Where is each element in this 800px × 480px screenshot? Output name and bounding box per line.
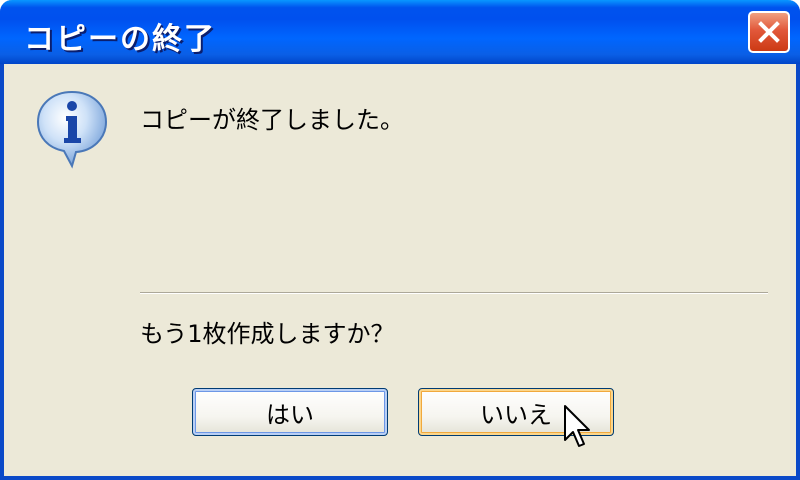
separator [140,292,768,294]
window-title: コピーの終了 [24,22,216,57]
yes-button[interactable]: はい [192,388,388,436]
mouse-cursor-icon [564,405,590,447]
info-icon [36,90,108,169]
dialog-body: コピーが終了しました。 もう1枚作成しますか？ はい いいえ [4,64,796,476]
question-text: もう1枚作成しますか？ [140,320,395,348]
message-text: コピーが終了しました。 [140,106,404,134]
dialog-window: コピーの終了 コピーが終了しました。 もう1枚作成しますか？ はい いいえ [0,0,800,480]
close-button[interactable] [748,11,790,53]
title-bar[interactable]: コピーの終了 [0,0,800,64]
close-icon [758,21,780,43]
